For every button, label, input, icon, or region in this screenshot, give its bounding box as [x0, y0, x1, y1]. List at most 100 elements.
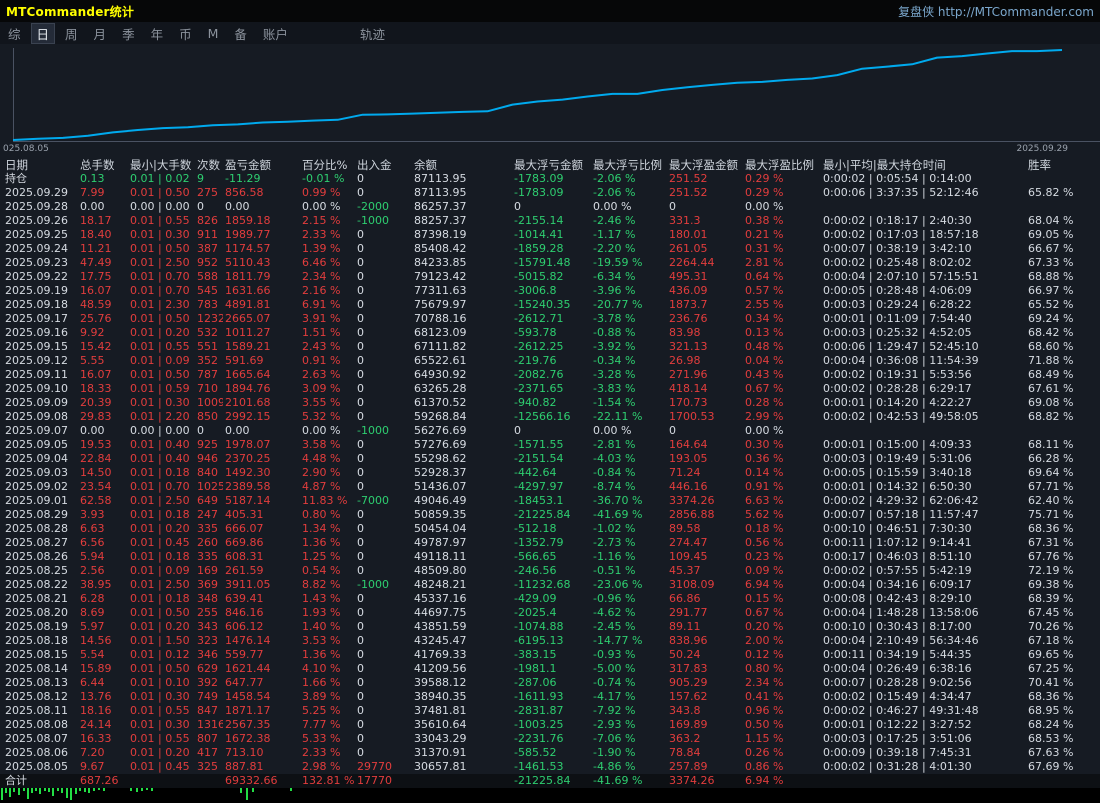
cell-11: 0.28 %: [745, 396, 784, 409]
table-row[interactable]: 2025.09.05 19.53 0.01 | 0.40 925 1978.07 3.58…: [0, 438, 1100, 452]
cell-13: 69.65 %: [1028, 648, 1074, 661]
table-row[interactable]: 2025.09.16 9.92 0.01 | 0.20 532 1011.27 1.51 …: [0, 326, 1100, 340]
table-row[interactable]: 2025.09.18 48.59 0.01 | 2.30 783 4891.81 6.91…: [0, 298, 1100, 312]
table-row[interactable]: 2025.09.24 11.21 0.01 | 0.50 387 1174.57 1.39…: [0, 242, 1100, 256]
menu-item-9[interactable]: 账户: [257, 23, 294, 44]
cell-9: -1.02 %: [593, 522, 636, 535]
table-row[interactable]: 2025.09.17 25.76 0.01 | 0.50 1232 2665.07 3.9…: [0, 312, 1100, 326]
cell-0: 2025.09.10: [5, 382, 68, 395]
cell-6: 0: [357, 550, 364, 563]
cell-8: -287.06: [514, 676, 557, 689]
table-row[interactable]: 2025.09.15 15.42 0.01 | 0.55 551 1589.21 2.43…: [0, 340, 1100, 354]
table-row[interactable]: 2025.08.14 15.89 0.01 | 0.50 629 1621.44 4.10…: [0, 662, 1100, 676]
cell-0: 2025.08.22: [5, 578, 68, 591]
cell-11: 0.04 %: [745, 354, 784, 367]
sparkline-bar-16: [70, 788, 72, 800]
table-row[interactable]: 2025.09.11 16.07 0.01 | 0.50 787 1665.64 2.63…: [0, 368, 1100, 382]
sparkline-bar-6: [27, 788, 29, 799]
cell-10: 291.77: [669, 606, 708, 619]
cell-0: 2025.08.05: [5, 760, 68, 773]
table-row[interactable]: 2025.09.25 18.40 0.01 | 0.30 911 1989.77 2.33…: [0, 228, 1100, 242]
cell-11: 2.99 %: [745, 410, 784, 423]
cell-0: 2025.08.06: [5, 746, 68, 759]
table-row[interactable]: 2025.08.28 6.63 0.01 | 0.20 335 666.07 1.34 %…: [0, 522, 1100, 536]
table-row[interactable]: 2025.09.02 23.54 0.01 | 0.70 1025 2389.58 4.8…: [0, 480, 1100, 494]
menu-item-4[interactable]: 季: [116, 23, 141, 44]
table-row[interactable]: 2025.09.29 7.99 0.01 | 0.50 275 856.58 0.99 %…: [0, 186, 1100, 200]
table-row[interactable]: 2025.08.29 3.93 0.01 | 0.18 247 405.31 0.80 %…: [0, 508, 1100, 522]
cell-5: 1.43 %: [302, 592, 341, 605]
table-row[interactable]: 2025.09.23 47.49 0.01 | 2.50 952 5110.43 6.46…: [0, 256, 1100, 270]
table-row[interactable]: 2025.09.03 14.50 0.01 | 0.18 840 1492.30 2.90…: [0, 466, 1100, 480]
menu-bar: 综日周月季年币 M 备账户 轨迹: [0, 22, 1100, 44]
cell-4: 713.10: [225, 746, 264, 759]
table-row[interactable]: 2025.08.26 5.94 0.01 | 0.18 335 608.31 1.25 %…: [0, 550, 1100, 564]
table-row[interactable]: 2025.08.22 38.95 0.01 | 2.50 369 3911.05 8.82…: [0, 578, 1100, 592]
table-row[interactable]: 2025.09.08 29.83 0.01 | 2.20 850 2992.15 5.32…: [0, 410, 1100, 424]
table-row[interactable]: 2025.09.26 18.17 0.01 | 0.55 826 1859.18 2.15…: [0, 214, 1100, 228]
table-row[interactable]: 2025.08.05 9.67 0.01 | 0.45 325 887.81 2.98 %…: [0, 760, 1100, 774]
table-row[interactable]: 2025.09.19 16.07 0.01 | 0.70 545 1631.66 2.16…: [0, 284, 1100, 298]
table-row[interactable]: 2025.08.19 5.97 0.01 | 0.20 343 606.12 1.40 %…: [0, 620, 1100, 634]
table-row[interactable]: 2025.09.09 20.39 0.01 | 0.30 1009 2101.68 3.5…: [0, 396, 1100, 410]
table-row[interactable]: 2025.09.12 5.55 0.01 | 0.09 352 591.69 0.91 %…: [0, 354, 1100, 368]
table-row[interactable]: 2025.09.01 62.58 0.01 | 2.50 649 5187.14 11.8…: [0, 494, 1100, 508]
table-row[interactable]: 2025.08.13 6.44 0.01 | 0.10 392 647.77 1.66 %…: [0, 676, 1100, 690]
cell-1: 7.20: [80, 746, 105, 759]
table-row[interactable]: 2025.09.04 22.84 0.01 | 0.40 946 2370.25 4.48…: [0, 452, 1100, 466]
site-link[interactable]: 复盘侠 http://MTCommander.com: [898, 3, 1100, 20]
cell-6: -2000: [357, 200, 389, 213]
cell-9: -2.06 %: [593, 172, 636, 185]
cell-12: 0:00:17 | 0:46:03 | 8:51:10: [823, 550, 972, 563]
cell-6: 0: [357, 410, 364, 423]
menu-item-3[interactable]: 月: [88, 23, 113, 44]
cell-2: [128, 774, 195, 788]
table-row[interactable]: 持仓 0.13 0.01 | 0.02 9 -11.29 -0.01 % 0 87113.95…: [0, 172, 1100, 186]
table-row[interactable]: 2025.09.07 0.00 0.00 | 0.00 0 0.00 0.00 % -100…: [0, 424, 1100, 438]
menu-item-8[interactable]: 备: [228, 23, 253, 44]
cell-1: 9.67: [80, 760, 105, 773]
table-row[interactable]: 2025.09.22 17.75 0.01 | 0.70 588 1811.79 2.34…: [0, 270, 1100, 284]
cell-0: 2025.08.14: [5, 662, 68, 675]
cell-9: -2.20 %: [593, 242, 636, 255]
header-cell-11: 最大浮盈比例: [745, 158, 814, 172]
cell-9: -1.90 %: [593, 746, 636, 759]
cell-4: 2389.58: [225, 480, 271, 493]
table-row[interactable]: 2025.08.21 6.28 0.01 | 0.18 348 639.41 1.43 %…: [0, 592, 1100, 606]
cell-9: -2.06 %: [593, 186, 636, 199]
table-row[interactable]: 2025.08.18 14.56 0.01 | 1.50 323 1476.14 3.53…: [0, 634, 1100, 648]
table-row[interactable]: 2025.08.20 8.69 0.01 | 0.50 255 846.16 1.93 %…: [0, 606, 1100, 620]
table-row[interactable]: 2025.08.08 24.14 0.01 | 0.30 1316 2567.35 7.7…: [0, 718, 1100, 732]
menu-item-6[interactable]: 币: [173, 23, 198, 44]
table-row[interactable]: 2025.08.11 18.16 0.01 | 0.55 847 1871.17 5.25…: [0, 704, 1100, 718]
table-row[interactable]: 2025.08.25 2.56 0.01 | 0.09 169 261.59 0.54 %…: [0, 564, 1100, 578]
cell-8: -2612.25: [514, 340, 564, 353]
cell-8: -1461.53: [514, 760, 564, 773]
table-row[interactable]: 2025.08.15 5.54 0.01 | 0.12 346 559.77 1.36 %…: [0, 648, 1100, 662]
cell-5: 3.55 %: [302, 396, 341, 409]
cell-9: -3.83 %: [593, 382, 636, 395]
menu-item-0[interactable]: 综: [2, 23, 27, 44]
table-row[interactable]: 2025.08.07 16.33 0.01 | 0.55 807 1672.38 5.33…: [0, 732, 1100, 746]
cell-11: 0.50 %: [745, 718, 784, 731]
cell-12: 0:00:06 | 1:29:47 | 52:45:10: [823, 340, 979, 353]
cell-12: 0:00:02 | 0:31:28 | 4:01:30: [823, 760, 972, 773]
table-row[interactable]: 2025.09.28 0.00 0.00 | 0.00 0 0.00 0.00 % -200…: [0, 200, 1100, 214]
menu-item-5[interactable]: 年: [145, 23, 170, 44]
menu-item-7[interactable]: M: [202, 25, 225, 42]
cell-1: 38.95: [80, 578, 112, 591]
cell-10: 89.58: [669, 522, 701, 535]
menu-item-10[interactable]: 轨迹: [354, 23, 391, 44]
menu-item-1[interactable]: 日: [30, 22, 56, 44]
cell-8: -12566.16: [514, 410, 571, 423]
table-row[interactable]: 2025.08.27 6.56 0.01 | 0.45 260 669.86 1.36 %…: [0, 536, 1100, 550]
table-row[interactable]: 2025.09.10 18.33 0.01 | 0.59 710 1894.76 3.09…: [0, 382, 1100, 396]
cell-11: 0.21 %: [745, 228, 784, 241]
total-row[interactable]: 合计 687.26 69332.66 132.81 % 17770 -21225.84 -4…: [0, 774, 1100, 788]
menu-item-2[interactable]: 周: [59, 23, 84, 44]
cell-2: 0.01 | 0.12: [130, 648, 190, 661]
table-row[interactable]: 2025.08.12 13.76 0.01 | 0.30 749 1458.54 3.89…: [0, 690, 1100, 704]
cell-8: -2082.76: [514, 368, 564, 381]
table-row[interactable]: 2025.08.06 7.20 0.01 | 0.20 417 713.10 2.33 %…: [0, 746, 1100, 760]
cell-0: 2025.09.08: [5, 410, 68, 423]
